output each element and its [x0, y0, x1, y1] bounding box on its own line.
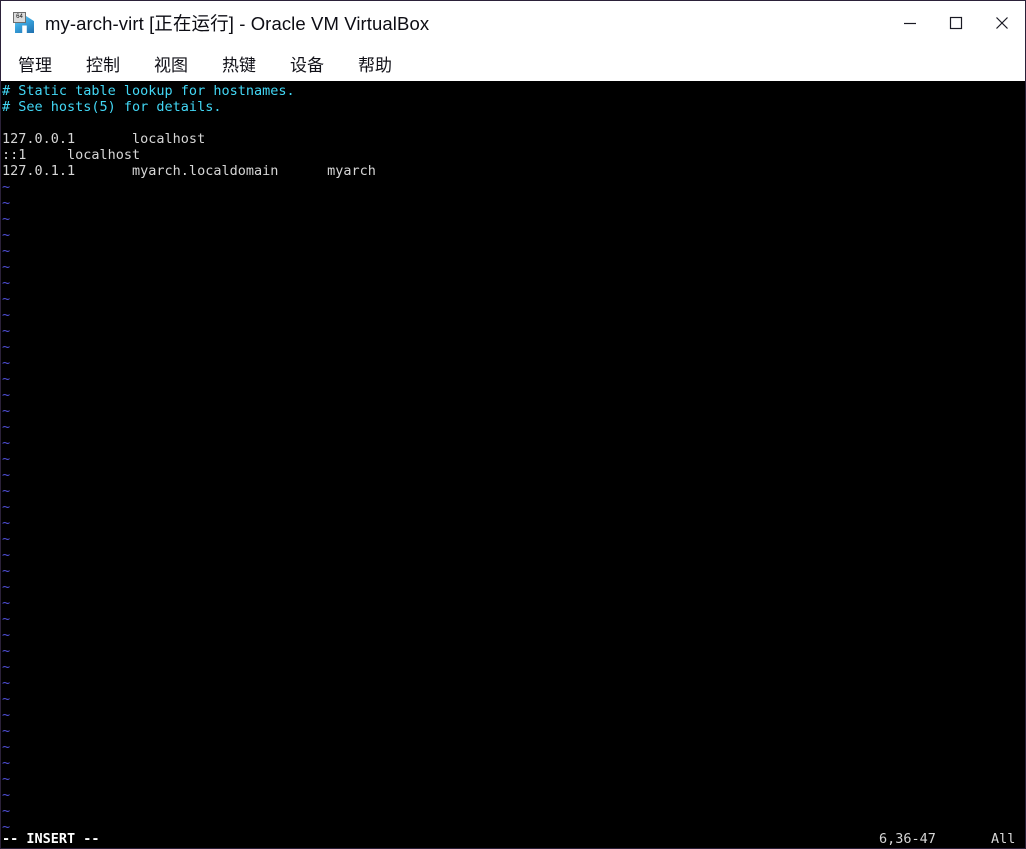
- vim-mode-indicator: -- INSERT --: [2, 830, 100, 848]
- buffer-filler-tilde: ~: [1, 771, 1025, 787]
- menu-bar: 管理 控制 视图 热键 设备 帮助: [1, 45, 1025, 81]
- buffer-filler-tilde: ~: [1, 195, 1025, 211]
- buffer-line: 127.0.1.1 myarch.localdomain myarch: [1, 163, 1025, 179]
- buffer-filler-tilde: ~: [1, 723, 1025, 739]
- buffer-filler-tilde: ~: [1, 531, 1025, 547]
- menu-item-manage[interactable]: 管理: [18, 51, 52, 76]
- buffer-filler-tilde: ~: [1, 803, 1025, 819]
- buffer-filler-tilde: ~: [1, 403, 1025, 419]
- buffer-filler-tilde: ~: [1, 483, 1025, 499]
- menu-item-machine[interactable]: 控制: [86, 51, 120, 76]
- virtualbox-icon: 64: [13, 12, 35, 34]
- buffer-filler-tilde: ~: [1, 275, 1025, 291]
- menu-item-help[interactable]: 帮助: [358, 51, 392, 76]
- buffer-filler-tilde: ~: [1, 515, 1025, 531]
- buffer-filler-tilde: ~: [1, 659, 1025, 675]
- scroll-indicator: All: [991, 830, 1015, 848]
- buffer-filler-tilde: ~: [1, 355, 1025, 371]
- buffer-filler-tilde: ~: [1, 323, 1025, 339]
- buffer-filler-tilde: ~: [1, 243, 1025, 259]
- close-button[interactable]: [979, 1, 1025, 45]
- buffer-filler-tilde: ~: [1, 211, 1025, 227]
- buffer-filler-tilde: ~: [1, 371, 1025, 387]
- menu-item-devices[interactable]: 设备: [290, 51, 324, 76]
- buffer-filler-tilde: ~: [1, 579, 1025, 595]
- buffer-filler-tilde: ~: [1, 787, 1025, 803]
- virtualbox-window: 64 my-arch-virt [正在运行] - Oracle VM Virtu…: [0, 0, 1026, 849]
- buffer-filler-tilde: ~: [1, 595, 1025, 611]
- arch-badge-64: 64: [13, 12, 26, 23]
- buffer-filler-tilde: ~: [1, 179, 1025, 195]
- buffer-line: # Static table lookup for hostnames.: [1, 83, 1025, 99]
- buffer-line: 127.0.0.1 localhost: [1, 131, 1025, 147]
- buffer-filler-tilde: ~: [1, 563, 1025, 579]
- buffer-line: [1, 115, 1025, 131]
- title-bar: 64 my-arch-virt [正在运行] - Oracle VM Virtu…: [1, 1, 1025, 45]
- menu-item-input[interactable]: 热键: [222, 51, 256, 76]
- vm-display-terminal[interactable]: # Static table lookup for hostnames.# Se…: [1, 81, 1025, 848]
- buffer-filler-tilde: ~: [1, 739, 1025, 755]
- buffer-filler-tilde: ~: [1, 467, 1025, 483]
- buffer-filler-tilde: ~: [1, 691, 1025, 707]
- buffer-filler-tilde: ~: [1, 499, 1025, 515]
- maximize-button[interactable]: [933, 1, 979, 45]
- buffer-filler-tilde: ~: [1, 627, 1025, 643]
- vim-buffer: # Static table lookup for hostnames.# Se…: [1, 83, 1025, 835]
- buffer-filler-tilde: ~: [1, 707, 1025, 723]
- buffer-filler-tilde: ~: [1, 227, 1025, 243]
- buffer-filler-tilde: ~: [1, 435, 1025, 451]
- menu-item-view[interactable]: 视图: [154, 51, 188, 76]
- buffer-filler-tilde: ~: [1, 643, 1025, 659]
- buffer-filler-tilde: ~: [1, 675, 1025, 691]
- window-controls: [887, 1, 1025, 45]
- buffer-filler-tilde: ~: [1, 755, 1025, 771]
- buffer-filler-tilde: ~: [1, 547, 1025, 563]
- buffer-filler-tilde: ~: [1, 259, 1025, 275]
- buffer-filler-tilde: ~: [1, 387, 1025, 403]
- buffer-filler-tilde: ~: [1, 339, 1025, 355]
- buffer-filler-tilde: ~: [1, 291, 1025, 307]
- vim-status-line: -- INSERT -- 6,36-47 All: [1, 830, 1025, 848]
- buffer-line: # See hosts(5) for details.: [1, 99, 1025, 115]
- buffer-filler-tilde: ~: [1, 419, 1025, 435]
- buffer-filler-tilde: ~: [1, 307, 1025, 323]
- buffer-filler-tilde: ~: [1, 451, 1025, 467]
- buffer-line: ::1 localhost: [1, 147, 1025, 163]
- cursor-position: 6,36-47: [879, 830, 936, 848]
- minimize-button[interactable]: [887, 1, 933, 45]
- buffer-filler-tilde: ~: [1, 611, 1025, 627]
- window-title: my-arch-virt [正在运行] - Oracle VM VirtualB…: [45, 10, 429, 36]
